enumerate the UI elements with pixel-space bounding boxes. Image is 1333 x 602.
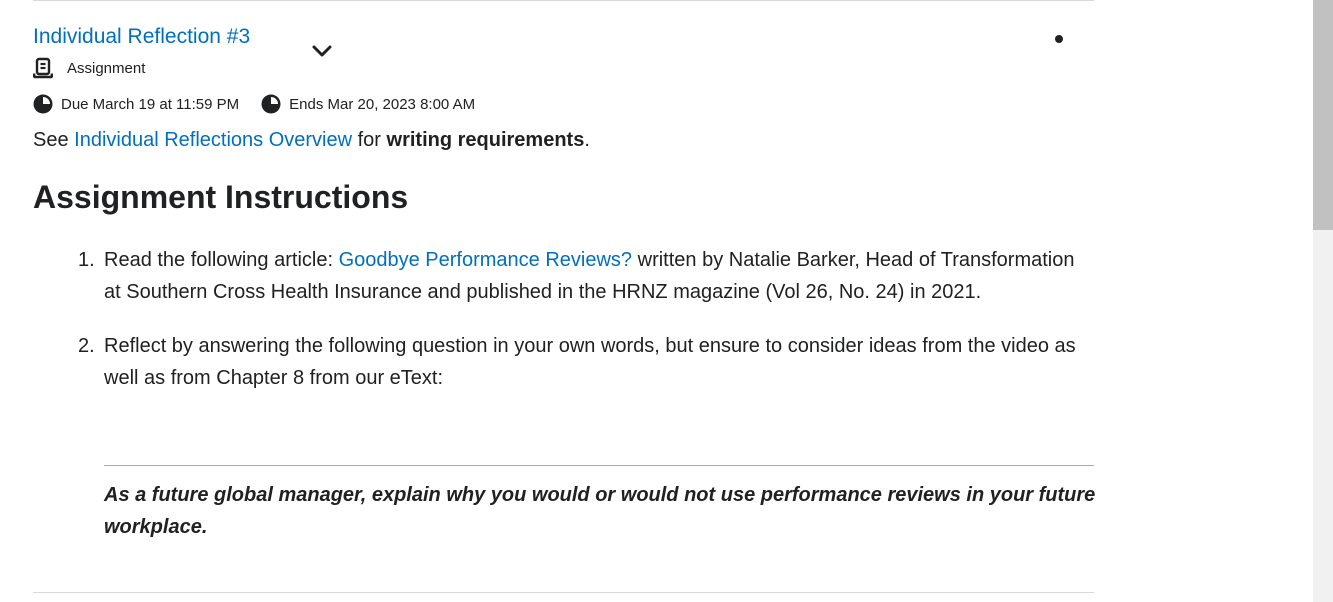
writing-requirements-note: See Individual Reflections Overview for … (33, 126, 590, 154)
note-middle: for (352, 129, 387, 151)
item-type-label: Assignment (67, 59, 146, 77)
clock-icon (261, 94, 281, 114)
top-divider (33, 0, 1094, 1)
reflections-overview-link[interactable]: Individual Reflections Overview (74, 129, 352, 151)
assignment-icon (33, 57, 53, 79)
quote-divider (104, 465, 1094, 466)
clock-icon (33, 94, 53, 114)
step-text: Reflect by answering the following quest… (104, 335, 1076, 389)
list-item: 1. Read the following article: Goodbye P… (78, 244, 1094, 308)
chevron-down-icon[interactable] (311, 43, 333, 59)
list-number: 2. (78, 335, 95, 357)
status-dot-icon[interactable] (1055, 35, 1063, 43)
assignment-title-link[interactable]: Individual Reflection #3 (33, 23, 250, 50)
note-bold: writing requirements (386, 129, 585, 151)
list-number: 1. (78, 249, 95, 271)
instructions-list: 1. Read the following article: Goodbye P… (78, 244, 1094, 394)
article-link[interactable]: Goodbye Performance Reviews? (339, 249, 632, 271)
item-type: Assignment (33, 57, 145, 79)
note-prefix: See (33, 129, 75, 151)
list-item: 2. Reflect by answering the following qu… (78, 330, 1094, 394)
step-text: Read the following article: (104, 249, 339, 271)
bottom-divider (33, 592, 1094, 593)
note-suffix: . (584, 129, 590, 151)
dates-row: Due March 19 at 11:59 PM Ends Mar 20, 20… (33, 93, 475, 115)
end-date: Ends Mar 20, 2023 8:00 AM (289, 95, 476, 113)
instructions-heading: Assignment Instructions (33, 179, 409, 215)
due-date: Due March 19 at 11:59 PM (61, 95, 240, 113)
scrollbar-thumb[interactable] (1313, 0, 1333, 230)
reflection-question: As a future global manager, explain why … (104, 484, 1096, 538)
